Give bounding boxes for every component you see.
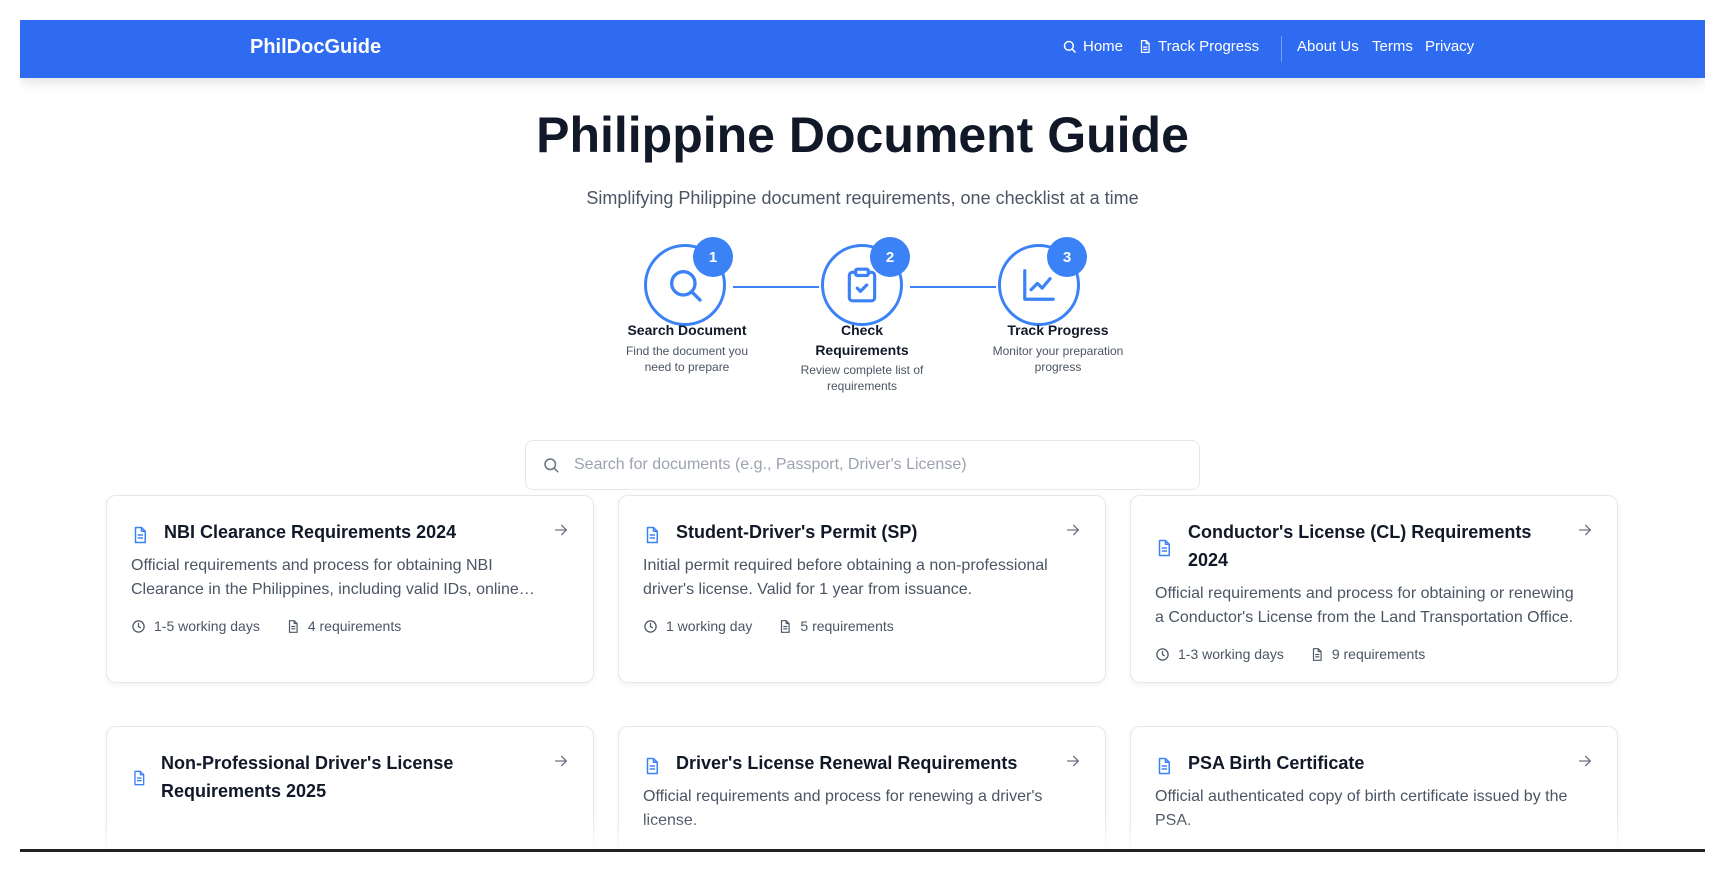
step-connector bbox=[910, 286, 996, 288]
clock-icon bbox=[1156, 647, 1169, 661]
clock-icon bbox=[644, 619, 657, 633]
card-requirements-count: 4 requirements bbox=[307, 618, 402, 634]
arrow-right-icon bbox=[555, 524, 567, 536]
document-card-license-renewal[interactable]: Driver's License Renewal Requirements Of… bbox=[618, 726, 1106, 849]
document-icon bbox=[1158, 539, 1170, 557]
nav-home-label: Home bbox=[1083, 38, 1124, 55]
step-3-badge: 3 bbox=[1047, 237, 1087, 277]
step-3-description: Monitor your preparation progress bbox=[992, 344, 1124, 374]
card-description: Initial permit required before obtaining… bbox=[643, 557, 1048, 598]
page-title: Philippine Document Guide bbox=[536, 107, 1189, 163]
arrow-right-icon bbox=[1067, 524, 1079, 536]
arrow-right-icon bbox=[1067, 755, 1079, 767]
card-description: Official requirements and process for ob… bbox=[1155, 585, 1574, 626]
document-icon bbox=[1158, 757, 1170, 775]
card-title: Non-Professional Driver's License Requir… bbox=[161, 753, 454, 801]
chart-line-icon bbox=[1023, 269, 1055, 301]
document-icon bbox=[781, 619, 791, 633]
step-1-title: Search Document bbox=[627, 322, 747, 338]
card-title: NBI Clearance Requirements 2024 bbox=[164, 522, 457, 542]
document-icon bbox=[1140, 40, 1150, 53]
nav-about-label: About Us bbox=[1297, 38, 1359, 55]
step-2-title: Check Requirements bbox=[815, 322, 909, 358]
arrow-right-icon bbox=[1579, 524, 1591, 536]
search-input[interactable] bbox=[574, 456, 1164, 474]
nav-divider bbox=[1281, 36, 1282, 62]
document-card-conductors-license[interactable]: Conductor's License (CL) Requirements 20… bbox=[1130, 495, 1618, 683]
step-2-badge: 2 bbox=[870, 237, 910, 277]
document-icon bbox=[646, 526, 658, 544]
document-card-non-pro-license[interactable]: Non-Professional Driver's License Requir… bbox=[106, 726, 594, 849]
search-icon bbox=[544, 458, 559, 473]
arrow-right-icon bbox=[1579, 755, 1591, 767]
card-duration: 1 working day bbox=[666, 618, 753, 634]
search-icon bbox=[1063, 40, 1076, 53]
nav-terms-link[interactable]: Terms bbox=[1372, 38, 1413, 55]
card-requirements-count: 9 requirements bbox=[1331, 646, 1426, 662]
step-1-badge: 1 bbox=[693, 237, 733, 277]
document-card-psa-birth-certificate[interactable]: PSA Birth Certificate Official authentic… bbox=[1130, 726, 1618, 849]
card-meta: 1-5 working days 4 requirements bbox=[131, 618, 401, 634]
step-connector bbox=[733, 286, 819, 288]
card-duration: 1-3 working days bbox=[1178, 646, 1284, 662]
document-search-box[interactable] bbox=[525, 440, 1200, 490]
page-subtitle: Simplifying Philippine document requirem… bbox=[586, 188, 1139, 208]
document-icon bbox=[134, 526, 146, 544]
card-description: Official requirements and process for ob… bbox=[131, 557, 519, 598]
clock-icon bbox=[132, 619, 145, 633]
nav-home-link[interactable]: Home bbox=[1062, 38, 1123, 55]
card-duration: 1-5 working days bbox=[154, 618, 260, 634]
document-card-nbi-clearance[interactable]: NBI Clearance Requirements 2024 Official… bbox=[106, 495, 594, 683]
card-title: Student-Driver's Permit (SP) bbox=[676, 522, 918, 542]
document-icon bbox=[134, 770, 145, 786]
document-card-student-permit[interactable]: Student-Driver's Permit (SP) Initial per… bbox=[618, 495, 1106, 683]
card-title: PSA Birth Certificate bbox=[1188, 753, 1365, 773]
card-description: Official authenticated copy of birth cer… bbox=[1155, 788, 1568, 829]
card-title: Conductor's License (CL) Requirements 20… bbox=[1188, 522, 1532, 570]
nav-about-link[interactable]: About Us bbox=[1297, 38, 1359, 55]
nav-track-progress-link[interactable]: Track Progress bbox=[1138, 38, 1259, 55]
step-1-description: Find the document you need to prepare bbox=[625, 344, 749, 374]
document-icon bbox=[1312, 647, 1322, 661]
step-3-title: Track Progress bbox=[1007, 322, 1109, 338]
step-2-description: Review complete list of requirements bbox=[800, 363, 924, 393]
nav-track-label: Track Progress bbox=[1158, 38, 1260, 55]
document-icon bbox=[646, 757, 658, 775]
card-description: Official requirements and process for re… bbox=[643, 788, 1043, 829]
document-icon bbox=[288, 619, 298, 633]
card-meta: 1 working day 5 requirements bbox=[643, 618, 894, 634]
card-requirements-count: 5 requirements bbox=[800, 618, 894, 634]
nav-privacy-link[interactable]: Privacy bbox=[1425, 38, 1474, 55]
top-navbar: PhilDocGuide Home Track Progress About U… bbox=[20, 20, 1705, 78]
app-window: PhilDocGuide Home Track Progress About U… bbox=[20, 20, 1705, 852]
nav-terms-label: Terms bbox=[1372, 38, 1413, 55]
nav-privacy-label: Privacy bbox=[1425, 38, 1475, 55]
clipboard-check-icon bbox=[847, 267, 877, 303]
brand-logo[interactable]: PhilDocGuide bbox=[250, 36, 381, 59]
card-meta: 1-3 working days 9 requirements bbox=[1155, 646, 1425, 662]
arrow-right-icon bbox=[555, 755, 567, 767]
card-title: Driver's License Renewal Requirements bbox=[676, 753, 1018, 773]
